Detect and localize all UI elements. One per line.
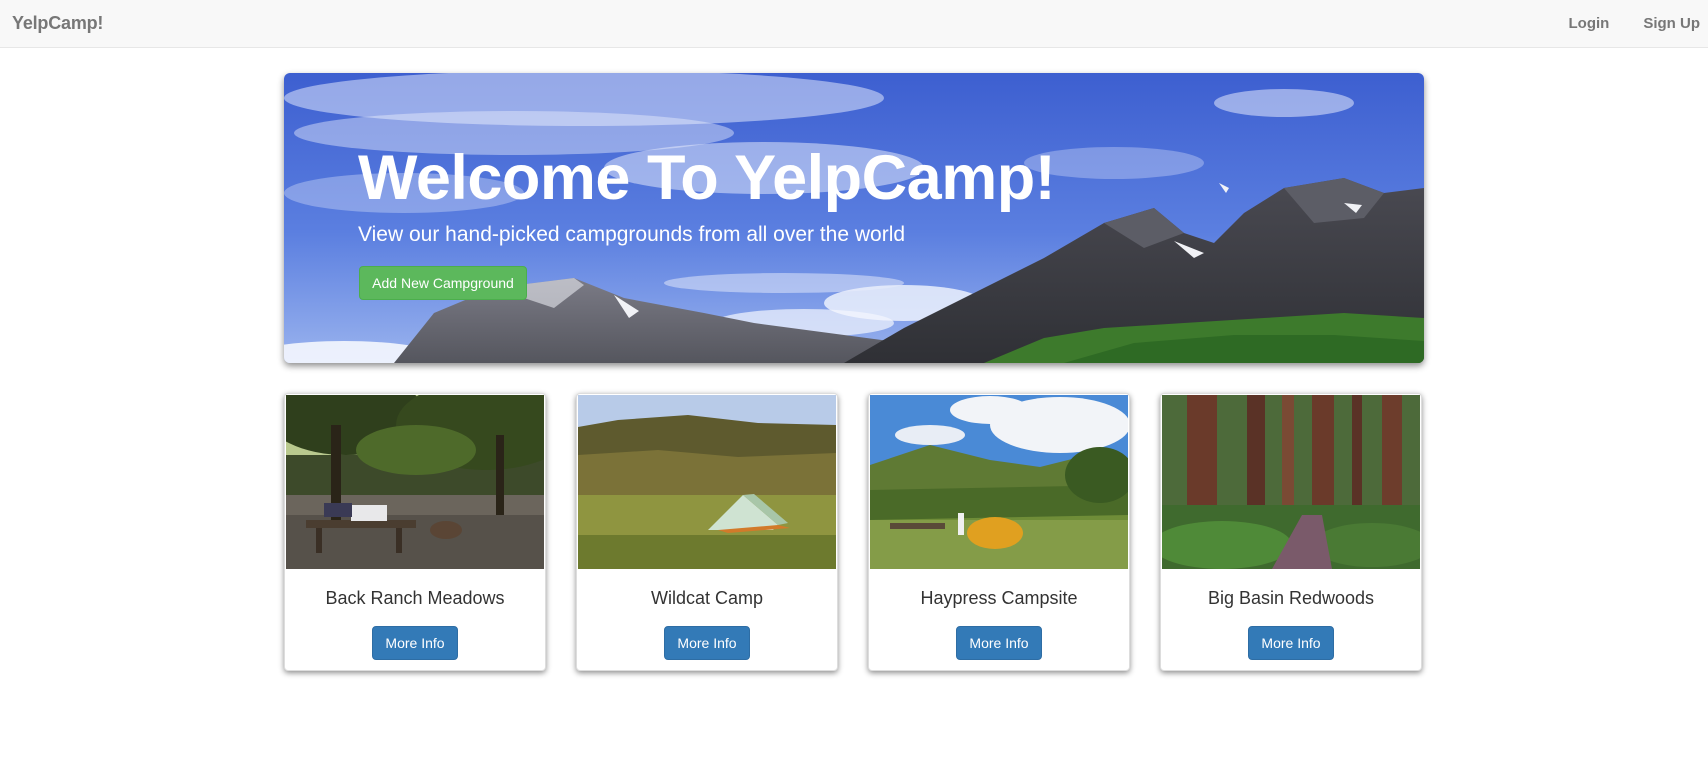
campground-thumbnail[interactable] bbox=[1162, 395, 1420, 569]
hero-subtitle: View our hand-picked campgrounds from al… bbox=[358, 223, 906, 246]
more-info-button[interactable]: More Info bbox=[664, 626, 750, 660]
signup-link[interactable]: Sign Up bbox=[1619, 0, 1708, 48]
brand-link[interactable]: YelpCamp! bbox=[12, 13, 103, 34]
campground-thumbnail[interactable] bbox=[870, 395, 1128, 569]
campground-name: Back Ranch Meadows bbox=[325, 588, 505, 608]
campground-card: Back Ranch Meadows More Info bbox=[284, 393, 546, 671]
hero-title: Welcome To YelpCamp! bbox=[358, 143, 1056, 213]
campground-card: Haypress Campsite More Info bbox=[868, 393, 1130, 671]
mountain-sky-background bbox=[284, 73, 1424, 363]
login-link[interactable]: Login bbox=[1559, 0, 1620, 48]
campground-name: Wildcat Camp bbox=[650, 588, 764, 608]
more-info-button[interactable]: More Info bbox=[372, 626, 458, 660]
hero-jumbotron: Welcome To YelpCamp! View our hand-picke… bbox=[284, 73, 1424, 363]
top-navbar: YelpCamp! Login Sign Up bbox=[0, 0, 1708, 48]
campground-name: Haypress Campsite bbox=[920, 588, 1078, 608]
more-info-button[interactable]: More Info bbox=[956, 626, 1042, 660]
more-info-button[interactable]: More Info bbox=[1248, 626, 1334, 660]
campground-card: Wildcat Camp More Info bbox=[576, 393, 838, 671]
campground-card: Big Basin Redwoods More Info bbox=[1160, 393, 1422, 671]
campground-name: Big Basin Redwoods bbox=[1207, 588, 1375, 608]
nav-right-links: Login Sign Up bbox=[1559, 0, 1708, 48]
campground-thumbnail[interactable] bbox=[286, 395, 544, 569]
campground-thumbnail[interactable] bbox=[578, 395, 836, 569]
add-new-campground-button[interactable]: Add New Campground bbox=[359, 266, 527, 300]
